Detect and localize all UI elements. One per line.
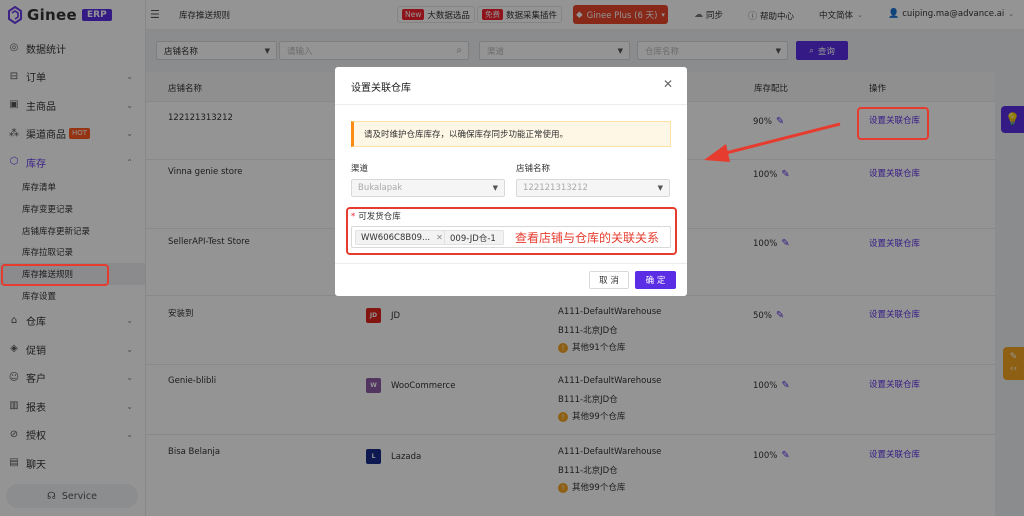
caret-down-icon: ▼ [492,184,498,192]
divider [335,263,687,264]
cancel-button[interactable]: 取 消 [589,271,629,289]
confirm-button[interactable]: 确 定 [635,271,676,289]
modal-title: 设置关联仓库 [351,83,411,94]
channel-value: Bukalapak [358,183,403,193]
set-warehouse-modal: 设置关联仓库 ✕ 请及时维护仓库库存，以确保库存同步功能正常使用。 渠道 Buk… [335,67,687,296]
divider [335,104,687,105]
annotation-box-action [857,107,929,140]
annotation-box-warehouses [346,207,677,255]
close-icon[interactable]: ✕ [663,77,673,91]
caret-down-icon: ▼ [657,184,663,192]
annotation-box-sidebar [1,264,109,286]
alert-text: 请及时维护仓库库存，以确保库存同步功能正常使用。 [364,130,569,140]
warning-alert: 请及时维护仓库库存，以确保库存同步功能正常使用。 [351,121,671,147]
store-select-disabled: 122121313212 ▼ [516,179,670,197]
store-value: 122121313212 [523,183,588,193]
channel-label: 渠道 [351,164,369,174]
annotation-arrow-icon [704,122,841,162]
store-label: 店铺名称 [516,164,551,174]
channel-select-disabled: Bukalapak ▼ [351,179,505,197]
